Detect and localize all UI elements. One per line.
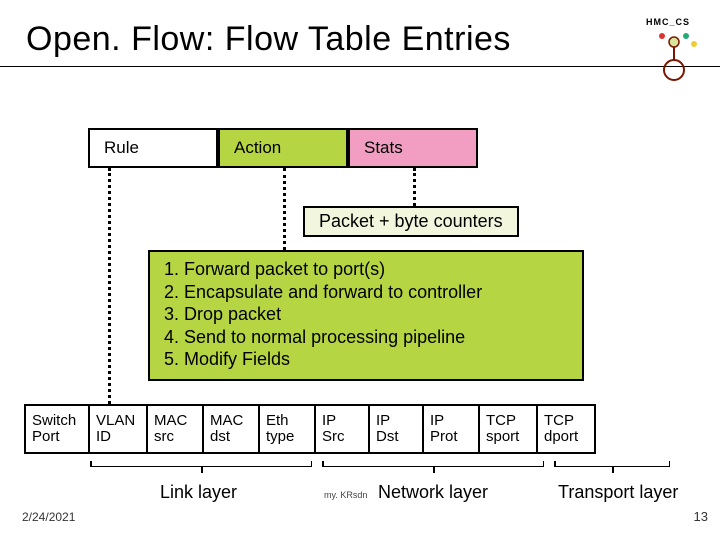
footer-date: 2/24/2021 [22,510,75,524]
brace-network [322,466,544,467]
action-item: Drop packet [162,303,572,326]
action-item: Modify Fields [162,348,572,371]
stats-box: Stats [348,128,478,168]
label-link-layer: Link layer [160,482,237,503]
logo: HMC_CS [646,12,702,80]
label-network-layer: Network layer [378,482,488,503]
actions-callout: Forward packet to port(s) Encapsulate an… [148,250,584,381]
action-item: Send to normal processing pipeline [162,326,572,349]
unicycle-robot-icon [646,30,702,82]
rule-fields-row: Switch Port VLAN ID MAC src MAC dst Eth … [24,404,596,454]
field-ip-prot: IP Prot [422,404,478,454]
rule-box: Rule [88,128,218,168]
action-item: Forward packet to port(s) [162,258,572,281]
field-tcp-dport: TCP dport [536,404,596,454]
stats-callout: Packet + byte counters [303,206,519,237]
field-mac-dst: MAC dst [202,404,258,454]
field-tcp-sport: TCP sport [478,404,536,454]
brace-transport [554,466,670,467]
field-ip-dst: IP Dst [368,404,422,454]
field-switch-port: Switch Port [24,404,88,454]
connector-action [283,168,286,250]
field-eth-type: Eth type [258,404,314,454]
field-mac-src: MAC src [146,404,202,454]
connector-stats [413,168,416,206]
actions-list: Forward packet to port(s) Encapsulate an… [156,258,572,371]
network-sublabel: my. KRsdn [324,490,367,500]
field-vlan-id: VLAN ID [88,404,146,454]
entry-structure-row: Rule Action Stats [88,128,478,168]
label-transport-layer: Transport layer [558,482,678,503]
field-ip-src: IP Src [314,404,368,454]
footer-page-number: 13 [694,509,708,524]
action-item: Encapsulate and forward to controller [162,281,572,304]
logo-text: HMC_CS [646,17,690,27]
action-box: Action [218,128,348,168]
brace-link [90,466,312,467]
connector-rule [108,168,111,404]
slide-title: Open. Flow: Flow Table Entries [26,20,511,59]
title-underline [0,66,720,67]
